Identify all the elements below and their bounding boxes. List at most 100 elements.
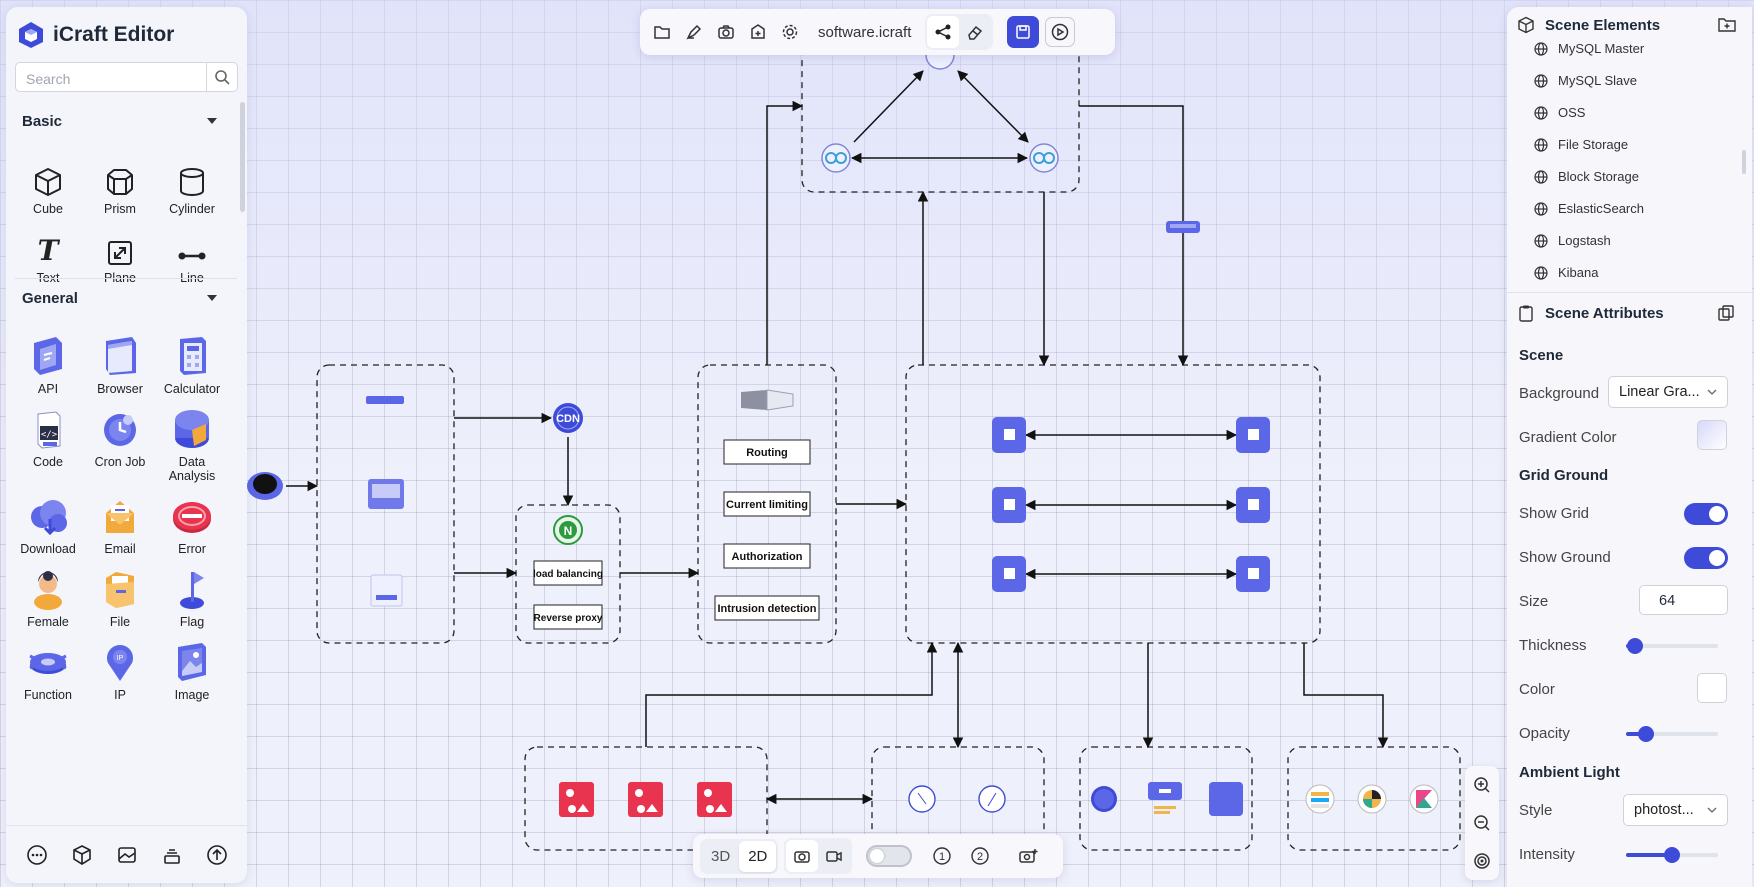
library-item-email[interactable]: Email xyxy=(84,493,156,556)
library-item-download[interactable]: Download xyxy=(12,493,84,556)
edit-button[interactable] xyxy=(678,16,710,48)
photo-mode-button[interactable] xyxy=(786,840,819,872)
open-file-button[interactable] xyxy=(646,16,678,48)
globe-icon xyxy=(1534,233,1548,248)
general-section-title[interactable]: General xyxy=(22,290,78,307)
show-ground-switch[interactable] xyxy=(1684,547,1728,569)
zoom-out-icon[interactable] xyxy=(1473,814,1491,832)
registry-nodes[interactable] xyxy=(821,40,1059,173)
database-nodes[interactable] xyxy=(1091,782,1243,816)
slider-handle[interactable] xyxy=(1664,847,1680,863)
library-item-flag[interactable]: Flag xyxy=(156,566,228,629)
nginx-node[interactable]: N xyxy=(553,515,583,545)
file-name[interactable]: software.icraft xyxy=(818,24,911,41)
nginx-label: N xyxy=(564,524,573,538)
library-item-cron-job[interactable]: Cron Job xyxy=(84,406,156,483)
desktop-device-icon[interactable] xyxy=(370,574,403,607)
library-item-data-analysis[interactable]: Data Analysis xyxy=(156,406,228,483)
scene-element-item[interactable]: OSS xyxy=(1534,105,1585,120)
grid-color-swatch[interactable] xyxy=(1697,673,1727,703)
library-scrollbar[interactable] xyxy=(240,102,245,212)
user-node[interactable] xyxy=(247,472,283,500)
current-limiting-label: Current limiting xyxy=(726,499,808,511)
monitor-nodes[interactable] xyxy=(908,785,1006,813)
recenter-icon[interactable] xyxy=(1473,852,1491,870)
library-item-prism[interactable]: Prism xyxy=(84,153,156,216)
library-item-function[interactable]: Function xyxy=(12,639,84,702)
scene-element-item[interactable]: Kibana xyxy=(1534,265,1598,280)
gradient-color-swatch[interactable] xyxy=(1697,420,1727,450)
item-label: Cylinder xyxy=(169,202,215,216)
library-item-line[interactable]: Line xyxy=(156,222,228,285)
library-item-code[interactable]: </> Code xyxy=(12,406,84,483)
animation-toggle[interactable] xyxy=(866,845,913,867)
library-item-cube[interactable]: Cube xyxy=(12,153,84,216)
intensity-slider[interactable] xyxy=(1626,847,1718,863)
scene-element-item[interactable]: MySQL Master xyxy=(1534,41,1644,56)
layers-icon[interactable] xyxy=(161,844,183,866)
cdn-node[interactable]: CDN xyxy=(553,403,583,433)
library-item-text[interactable]: T Text xyxy=(12,222,84,286)
add-camera-button[interactable] xyxy=(1012,840,1044,872)
library-item-ip[interactable]: IP IP xyxy=(84,639,156,702)
layer-1-button[interactable]: 1 xyxy=(926,840,958,872)
image-upload-icon[interactable] xyxy=(116,844,138,866)
laptop-device-icon[interactable] xyxy=(368,479,404,509)
settings-button[interactable] xyxy=(774,16,806,48)
connect-mode-button[interactable] xyxy=(927,16,960,48)
library-item-file[interactable]: File xyxy=(84,566,156,629)
scene-element-item[interactable]: MySQL Slave xyxy=(1534,73,1637,88)
scene-element-item[interactable]: File Storage xyxy=(1534,137,1628,152)
component-library-panel: iCraft Editor Search Basic Cube Prism Cy… xyxy=(6,7,247,883)
elk-nodes[interactable] xyxy=(1305,784,1439,814)
basic-section-title[interactable]: Basic xyxy=(22,113,62,130)
mode-2d-button[interactable]: 2D xyxy=(739,840,777,872)
zoom-in-icon[interactable] xyxy=(1473,776,1491,794)
play-button[interactable] xyxy=(1045,17,1076,47)
scene-element-item[interactable]: Logstash xyxy=(1534,233,1611,248)
diagram-canvas[interactable]: CDN N load balancing Reverse proxy Routi… xyxy=(0,0,1754,887)
eraser-mode-button[interactable] xyxy=(959,16,991,48)
background-value: Linear Gra... xyxy=(1619,384,1700,400)
save-icon xyxy=(1016,25,1031,39)
library-item-calculator[interactable]: Calculator xyxy=(156,333,228,396)
slider-handle[interactable] xyxy=(1627,638,1644,654)
save-button[interactable] xyxy=(1007,16,1040,48)
scene-element-item[interactable]: Block Storage xyxy=(1534,169,1639,184)
copy-icon[interactable] xyxy=(1717,304,1735,322)
upload-icon[interactable] xyxy=(206,844,228,866)
light-style-select[interactable]: photost... xyxy=(1623,794,1728,826)
elements-scrollbar[interactable] xyxy=(1742,150,1746,174)
background-select[interactable]: Linear Gra... xyxy=(1608,376,1728,408)
screenshot-button[interactable] xyxy=(710,16,742,48)
library-item-browser[interactable]: Browser xyxy=(84,333,156,396)
layer-2-button[interactable]: 2 xyxy=(964,840,996,872)
library-item-api[interactable]: API xyxy=(12,333,84,396)
opacity-slider[interactable] xyxy=(1626,726,1718,742)
search-box[interactable]: Search xyxy=(15,62,238,92)
model-icon[interactable] xyxy=(71,844,93,866)
library-item-cylinder[interactable]: Cylinder xyxy=(156,153,228,216)
show-grid-switch[interactable] xyxy=(1684,503,1728,525)
add-folder-icon[interactable] xyxy=(1717,16,1737,34)
mobile-device-icon[interactable] xyxy=(366,396,404,404)
add-file-button[interactable] xyxy=(742,16,774,48)
size-input[interactable]: 64 xyxy=(1639,585,1728,615)
search-button[interactable] xyxy=(206,63,237,91)
library-item-error[interactable]: Error xyxy=(156,493,228,556)
gateway-icon[interactable] xyxy=(741,389,794,411)
search-input[interactable]: Search xyxy=(16,63,206,91)
basic-collapse-icon[interactable] xyxy=(207,118,217,124)
load-balancing-label: load balancing xyxy=(533,569,603,580)
general-collapse-icon[interactable] xyxy=(207,295,217,301)
config-node[interactable] xyxy=(1166,221,1200,233)
slider-handle[interactable] xyxy=(1638,726,1655,742)
library-item-plane[interactable]: Plane xyxy=(84,222,156,285)
library-item-image[interactable]: Image xyxy=(156,639,228,702)
thickness-slider[interactable] xyxy=(1626,638,1718,654)
library-item-female[interactable]: Female xyxy=(12,566,84,629)
video-mode-button[interactable] xyxy=(818,840,850,872)
scene-element-item[interactable]: EslasticSearch xyxy=(1534,201,1644,216)
more-icon[interactable] xyxy=(26,844,48,866)
mode-3d-button[interactable]: 3D xyxy=(702,841,739,872)
